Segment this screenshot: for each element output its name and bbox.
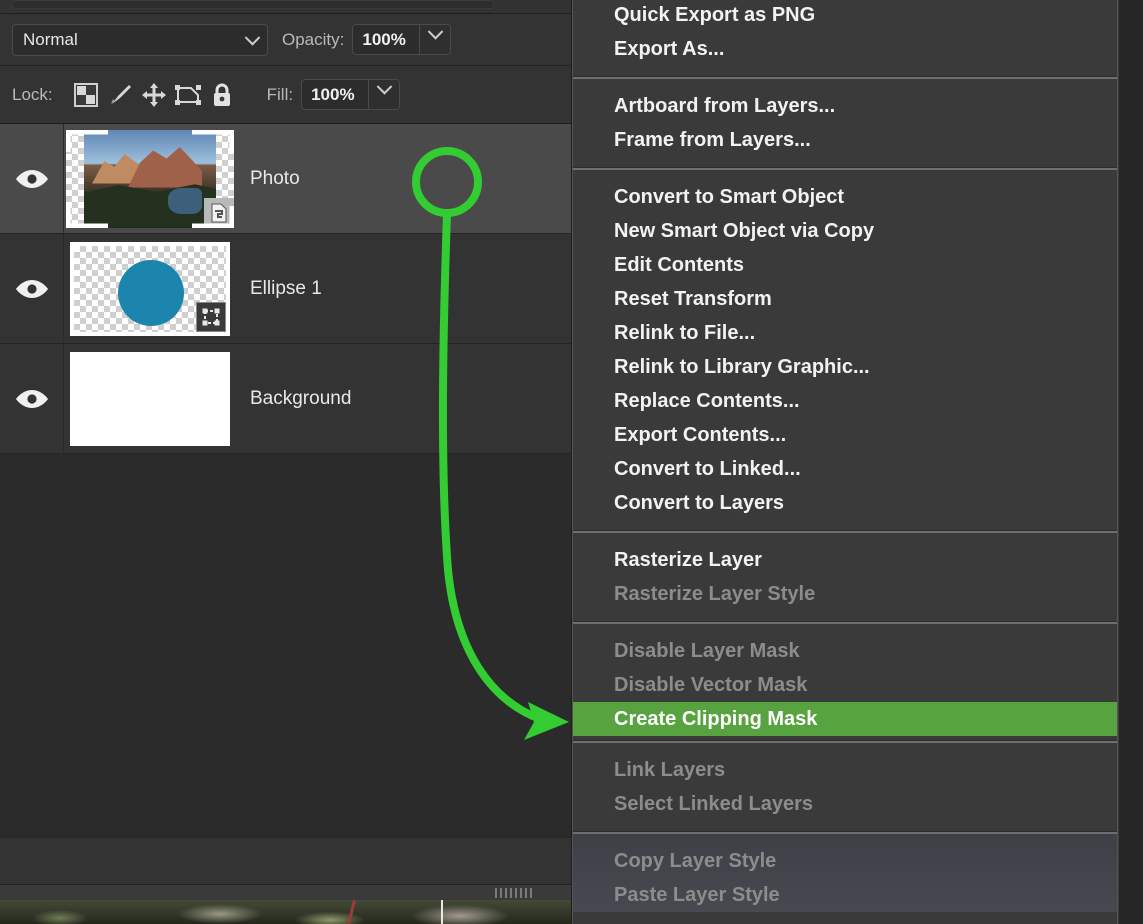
menu-group-link: Link Layers Select Linked Layers — [573, 743, 1117, 831]
menu-item-convert-to-smart-object[interactable]: Convert to Smart Object — [573, 180, 1117, 214]
menu-item-select-linked-layers: Select Linked Layers — [614, 792, 813, 815]
lock-label: Lock: — [12, 84, 53, 104]
menu-group-export: Quick Export as PNG Export As... — [573, 0, 1117, 76]
ellipse-shape — [118, 259, 184, 326]
menu-group-smart-object: Convert to Smart Object New Smart Object… — [573, 170, 1117, 530]
opacity-label: Opacity: — [282, 29, 345, 49]
menu-item-quick-export-as-png[interactable]: Quick Export as PNG — [573, 0, 1117, 32]
blend-mode-select[interactable]: Normal — [12, 23, 268, 56]
fill-value[interactable]: 100% — [302, 80, 368, 109]
layer-thumbnail-ellipse-1[interactable] — [64, 241, 236, 336]
layer-row-ellipse-1[interactable]: Ellipse 1 — [0, 234, 571, 344]
smart-object-brackets-icon — [66, 129, 234, 228]
menu-group-layer-style: Copy Layer Style Paste Layer Style — [573, 834, 1117, 912]
menu-item-rasterize-layer[interactable]: Rasterize Layer — [573, 543, 1117, 577]
paintbrush-icon[interactable] — [103, 80, 137, 110]
move-arrows-icon[interactable] — [137, 80, 171, 110]
menu-item-replace-contents[interactable]: Replace Contents... — [573, 384, 1117, 418]
opacity-value[interactable]: 100% — [353, 25, 419, 54]
menu-item-convert-to-linked[interactable]: Convert to Linked... — [573, 452, 1117, 486]
visibility-toggle-ellipse-1[interactable] — [0, 234, 64, 343]
menu-group-artboard-frame: Artboard from Layers... Frame from Layer… — [573, 79, 1117, 167]
menu-item-artboard-from-layers[interactable]: Artboard from Layers... — [573, 89, 1117, 123]
resize-grip-icon[interactable] — [495, 888, 535, 898]
layers-panel-bottom-bar[interactable] — [0, 837, 571, 885]
menu-group-rasterize: Rasterize Layer Rasterize Layer Style — [573, 533, 1117, 621]
menu-item-disable-vector-mask: Disable Vector Mask — [614, 673, 808, 696]
panel-top-strip — [0, 0, 571, 14]
menu-item-frame-from-layers[interactable]: Frame from Layers... — [573, 123, 1117, 157]
menu-group-masks: Disable Layer Mask Disable Vector Mask C… — [573, 624, 1117, 740]
lock-row: Lock: Fill: 100% — [0, 66, 571, 124]
fill-label: Fill: — [266, 84, 294, 104]
lock-all-icon[interactable] — [205, 80, 239, 110]
layer-row-photo[interactable]: Photo — [0, 124, 571, 234]
eye-icon — [15, 389, 48, 408]
eye-icon — [15, 279, 48, 298]
chevron-down-icon — [244, 29, 261, 51]
layer-thumbnail-background[interactable] — [64, 351, 236, 446]
transparent-pixels-icon[interactable] — [69, 80, 103, 110]
layer-name-photo: Photo — [250, 167, 300, 189]
panel-resize-grip-row[interactable] — [0, 885, 571, 900]
chevron-down-icon[interactable] — [368, 80, 400, 109]
layer-context-menu: Quick Export as PNG Export As... Artboar… — [572, 0, 1118, 924]
document-canvas-strip — [0, 900, 571, 924]
menu-item-convert-to-layers[interactable]: Convert to Layers — [573, 486, 1117, 520]
layer-thumbnail-photo[interactable] — [64, 129, 236, 228]
menu-item-export-as[interactable]: Export As... — [573, 32, 1117, 66]
opacity-field[interactable]: 100% — [352, 24, 452, 55]
visibility-toggle-background[interactable] — [0, 344, 64, 453]
blend-mode-row: Normal Opacity: 100% — [0, 14, 571, 66]
eye-icon — [15, 169, 48, 188]
chevron-down-icon[interactable] — [419, 25, 451, 54]
menu-item-link-layers: Link Layers — [614, 758, 726, 781]
menu-item-export-contents[interactable]: Export Contents... — [573, 418, 1117, 452]
menu-item-edit-contents[interactable]: Edit Contents — [573, 248, 1117, 282]
layer-name-background: Background — [250, 387, 352, 409]
menu-item-new-smart-object-via-copy[interactable]: New Smart Object via Copy — [573, 214, 1117, 248]
artboard-icon[interactable] — [171, 80, 205, 110]
menu-item-create-clipping-mask[interactable]: Create Clipping Mask — [573, 702, 1117, 736]
menu-item-reset-transform[interactable]: Reset Transform — [573, 282, 1117, 316]
blend-mode-value: Normal — [23, 29, 78, 49]
menu-item-rasterize-layer-style: Rasterize Layer Style — [614, 582, 816, 605]
menu-item-paste-layer-style: Paste Layer Style — [614, 883, 780, 906]
layers-panel: Normal Opacity: 100% Lock: Fill: 100% Ph… — [0, 0, 571, 924]
visibility-toggle-photo[interactable] — [0, 124, 64, 233]
layer-list: Photo Ellipse 1 Background — [0, 124, 571, 455]
menu-backdrop — [1118, 0, 1143, 924]
menu-item-disable-layer-mask: Disable Layer Mask — [614, 639, 800, 662]
vector-mask-badge-icon — [196, 301, 226, 332]
menu-item-copy-layer-style: Copy Layer Style — [614, 849, 777, 872]
menu-item-relink-to-file[interactable]: Relink to File... — [573, 316, 1117, 350]
menu-item-relink-to-library-graphic[interactable]: Relink to Library Graphic... — [573, 350, 1117, 384]
layer-row-background[interactable]: Background — [0, 344, 571, 454]
fill-field[interactable]: 100% — [301, 79, 401, 110]
layer-name-ellipse-1: Ellipse 1 — [250, 277, 322, 299]
filter-field-partial[interactable] — [12, 0, 494, 9]
layers-empty-area — [0, 455, 571, 837]
